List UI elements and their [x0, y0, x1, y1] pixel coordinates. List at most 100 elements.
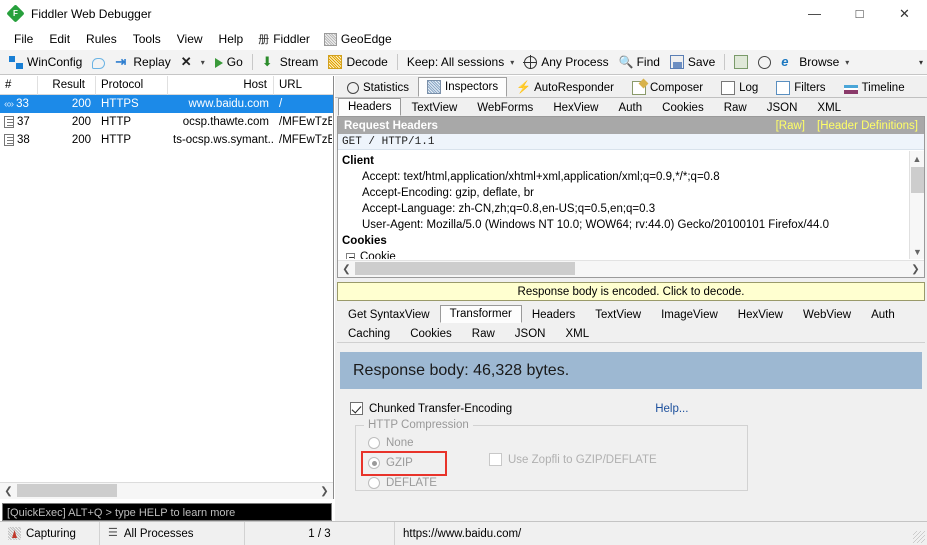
table-row[interactable]: «» 33 200 HTTPS www.baidu.com / [0, 95, 333, 113]
toolbar-overflow-button[interactable]: ▾ [919, 58, 923, 66]
tab-request-auth[interactable]: Auth [608, 99, 652, 116]
radio-none-icon[interactable] [368, 437, 380, 449]
remove-button[interactable]: ✕ ▾ [176, 53, 210, 71]
radio-option-deflate[interactable]: DEFLATE [368, 473, 437, 493]
quickexec-input[interactable]: [QuickExec] ALT+Q > type HELP to learn m… [2, 503, 332, 521]
cookie-tree-item[interactable]: Cookie [340, 249, 924, 259]
scroll-track[interactable] [355, 261, 907, 277]
menu-file[interactable]: File [6, 30, 41, 48]
tab-response-headers[interactable]: Headers [522, 306, 585, 323]
scroll-left-icon[interactable]: ❮ [338, 261, 355, 277]
column-header-url[interactable]: URL [274, 76, 332, 95]
scroll-thumb[interactable] [911, 167, 924, 193]
response-tab-row-2: Caching Cookies Raw JSON XML [335, 323, 927, 342]
tab-filters[interactable]: Filters [767, 78, 834, 97]
tab-caching[interactable]: Caching [338, 325, 400, 342]
column-header-protocol[interactable]: Protocol [96, 75, 168, 95]
table-row[interactable]: 37 200 HTTP ocsp.thawte.com /MFEwTzBN [0, 113, 333, 131]
column-header-num[interactable]: # [0, 75, 38, 95]
radio-gzip-icon[interactable] [368, 457, 380, 469]
decode-button[interactable]: Decode [323, 53, 392, 71]
tab-request-webforms[interactable]: WebForms [467, 99, 543, 116]
tab-response-cookies[interactable]: Cookies [400, 325, 462, 342]
chunked-transfer-row[interactable]: Chunked Transfer-Encoding Help... [350, 402, 925, 415]
radio-deflate-icon[interactable] [368, 477, 380, 489]
tab-request-hexview[interactable]: HexView [543, 99, 608, 116]
process-filter-status[interactable]: ☰ All Processes [100, 521, 245, 545]
scroll-track[interactable] [17, 483, 316, 499]
menu-fiddler[interactable]: 册 Fiddler [251, 29, 317, 49]
chunked-transfer-checkbox[interactable] [350, 402, 363, 415]
tab-request-xml[interactable]: XML [807, 99, 851, 116]
tab-inspectors[interactable]: Inspectors [418, 77, 508, 97]
scroll-left-icon[interactable]: ❮ [0, 483, 17, 499]
table-row[interactable]: 38 200 HTTP ts-ocsp.ws.symant... /MFEwTz… [0, 131, 333, 149]
tab-timeline[interactable]: Timeline [835, 78, 914, 97]
keep-sessions-dropdown[interactable]: Keep: All sessions ▾ [402, 53, 519, 71]
resize-grip[interactable] [913, 531, 925, 543]
tab-imageview[interactable]: ImageView [651, 306, 728, 323]
tab-request-cookies[interactable]: Cookies [652, 99, 714, 116]
session-list-hscrollbar[interactable]: ❮ ❯ [0, 482, 333, 499]
menu-help[interactable]: Help [211, 30, 252, 48]
minimize-button[interactable]: — [792, 0, 837, 28]
toolbar-separator-3 [724, 54, 726, 70]
decode-notice-bar[interactable]: Response body is encoded. Click to decod… [337, 282, 925, 301]
tab-response-textview[interactable]: TextView [585, 306, 651, 323]
comment-button[interactable] [87, 54, 110, 71]
scroll-up-icon[interactable]: ▲ [910, 151, 924, 166]
tab-autoresponder[interactable]: ⚡ AutoResponder [507, 78, 623, 97]
zopfli-checkbox[interactable] [489, 453, 502, 466]
help-link[interactable]: Help... [655, 403, 688, 415]
column-header-result[interactable]: Result [38, 75, 96, 95]
menu-geoedge[interactable]: GeoEdge [317, 30, 399, 48]
tab-composer[interactable]: Composer [623, 78, 712, 97]
tab-response-hexview[interactable]: HexView [728, 306, 793, 323]
close-button[interactable]: ✕ [882, 0, 927, 28]
menu-edit[interactable]: Edit [41, 30, 78, 48]
request-headers-vscrollbar[interactable]: ▲ ▼ [909, 151, 924, 259]
scroll-down-icon[interactable]: ▼ [910, 244, 924, 259]
tab-response-xml[interactable]: XML [555, 325, 599, 342]
scroll-thumb[interactable] [17, 484, 117, 497]
tab-request-headers[interactable]: Headers [338, 98, 402, 116]
request-headers-body[interactable]: Client Accept: text/html,application/xht… [338, 151, 924, 259]
menu-rules[interactable]: Rules [78, 30, 125, 48]
menu-tools[interactable]: Tools [125, 30, 169, 48]
collapse-icon[interactable] [346, 252, 355, 259]
column-header-host[interactable]: Host [168, 75, 274, 95]
find-button[interactable]: 🔍 Find [614, 53, 665, 71]
tab-request-raw[interactable]: Raw [714, 99, 757, 116]
radio-option-gzip[interactable]: GZIP [368, 453, 437, 473]
go-button[interactable]: Go [210, 53, 248, 71]
capturing-status[interactable]: Capturing [0, 521, 100, 545]
tab-get-syntaxview[interactable]: Get SyntaxView [338, 306, 440, 323]
maximize-button[interactable]: □ [837, 0, 882, 28]
timer-button[interactable] [753, 53, 776, 71]
scroll-right-icon[interactable]: ❯ [316, 483, 333, 499]
winconfig-button[interactable]: WinConfig [4, 53, 87, 71]
scroll-right-icon[interactable]: ❯ [907, 261, 924, 277]
tab-log[interactable]: Log [712, 78, 767, 97]
menu-view[interactable]: View [169, 30, 211, 48]
tab-response-raw[interactable]: Raw [462, 325, 505, 342]
stream-button[interactable]: ⬇ Stream [257, 53, 324, 71]
replay-button[interactable]: ⇥ Replay [110, 53, 175, 71]
browse-button[interactable]: e Browse ▾ [776, 53, 854, 71]
zopfli-row[interactable]: Use Zopfli to GZIP/DEFLATE [489, 453, 657, 466]
tab-transformer[interactable]: Transformer [439, 305, 522, 323]
scroll-thumb[interactable] [355, 262, 575, 275]
request-headers-hscrollbar[interactable]: ❮ ❯ [338, 260, 924, 277]
copy-button[interactable] [729, 53, 753, 71]
tab-response-auth[interactable]: Auth [861, 306, 905, 323]
raw-link[interactable]: [Raw] [776, 120, 805, 132]
save-button[interactable]: Save [665, 53, 720, 71]
tab-statistics[interactable]: Statistics [338, 78, 418, 97]
tab-request-textview[interactable]: TextView [401, 99, 467, 116]
tab-response-json[interactable]: JSON [505, 325, 556, 342]
radio-option-none[interactable]: None [368, 433, 437, 453]
tab-webview[interactable]: WebView [793, 306, 861, 323]
header-definitions-link[interactable]: [Header Definitions] [817, 120, 918, 132]
tab-request-json[interactable]: JSON [757, 99, 808, 116]
any-process-button[interactable]: Any Process [519, 53, 613, 71]
